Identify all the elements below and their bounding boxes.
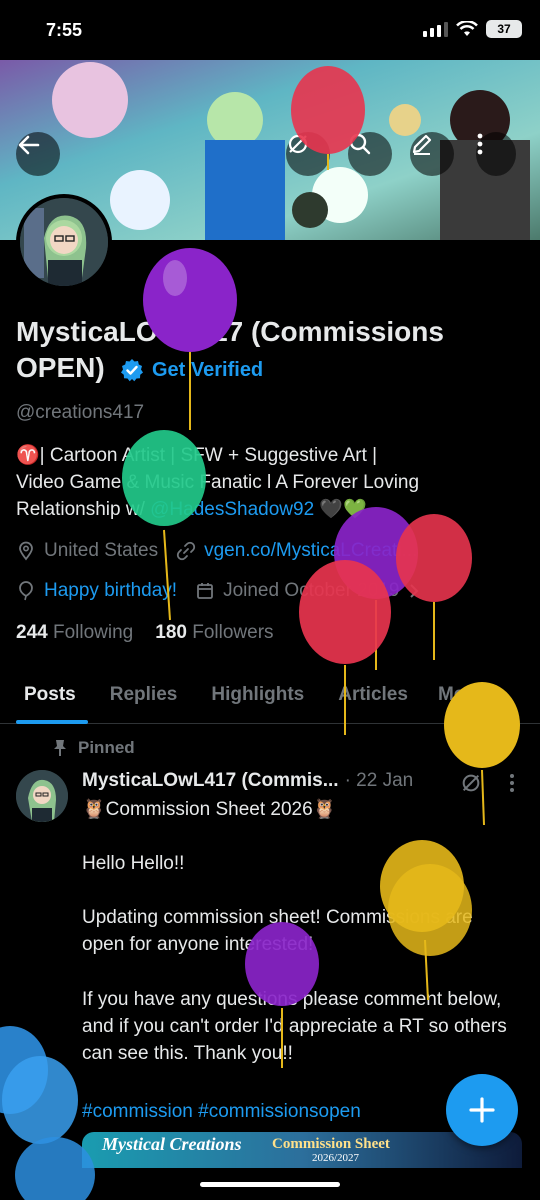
display-name: MysticaLOwL417 (Commissions OPEN) <box>16 316 444 383</box>
avatar-image <box>20 198 108 286</box>
balloon-icon <box>19 581 33 601</box>
plus-icon <box>469 1097 495 1123</box>
post-paragraph: If you have any questions please comment… <box>82 989 507 1064</box>
post-paragraph: Updating commission sheet! Commissions a… <box>82 907 473 955</box>
bio-mention-link[interactable]: @HadesShadow92 <box>150 499 314 520</box>
calendar-icon <box>197 583 213 599</box>
tab-highlights[interactable]: Highlights <box>211 666 304 723</box>
battery-icon: 37 <box>486 20 522 38</box>
status-bar: 7:55 37 <box>0 0 540 60</box>
status-time: 7:55 <box>46 20 83 40</box>
chevron-right-icon[interactable] <box>407 582 421 600</box>
back-arrow-icon <box>18 135 40 155</box>
following-count: 244 <box>16 622 48 643</box>
back-button[interactable] <box>16 132 60 176</box>
bio-line: Relationship w/ @HadesShadow92 🖤💚 <box>16 496 516 523</box>
profile-meta-row-2: Happy birthday! Joined October 2019 <box>16 580 421 602</box>
edit-button[interactable] <box>410 132 454 176</box>
post-author-avatar[interactable] <box>16 770 68 822</box>
link-icon <box>176 541 196 561</box>
profile-handle: @creations417 <box>16 402 145 423</box>
verified-badge-icon <box>121 359 143 382</box>
post-date: · 22 Jan <box>344 770 414 791</box>
pinned-indicator: Pinned <box>52 738 135 758</box>
post-avatar-image <box>16 770 68 822</box>
image-logo-text: Mystical Creations <box>102 1134 242 1154</box>
profile-tabs: Posts Replies Highlights Articles Media <box>0 666 540 724</box>
followers-link[interactable]: 180 Followers <box>155 622 273 644</box>
signal-icon <box>423 22 448 37</box>
bio-line: Video Game & Music Fanatic l A Forever L… <box>16 472 420 493</box>
bio-hearts: 🖤💚 <box>314 499 367 520</box>
bio-line: ♈| Cartoon Artist | SFW + Suggestive Art… <box>16 445 378 466</box>
blue-balloon <box>0 1026 95 1200</box>
image-year-text: 2026/2027 <box>312 1152 360 1164</box>
post-more-icon[interactable] <box>508 772 516 794</box>
tab-replies[interactable]: Replies <box>110 666 178 723</box>
tab-articles[interactable]: Articles <box>338 666 408 723</box>
bio-text: Relationship w/ <box>16 499 151 520</box>
pin-icon <box>54 740 66 756</box>
location-icon <box>19 541 33 561</box>
active-tab-indicator <box>16 720 88 724</box>
edit-icon <box>412 134 432 155</box>
post-paragraph: Hello Hello!! <box>82 853 185 874</box>
get-verified-button[interactable]: Get Verified <box>120 358 263 382</box>
followers-label: Followers <box>192 622 274 643</box>
post-author-name[interactable]: MysticaLOwL417 (Commis... <box>82 770 339 792</box>
grok-icon <box>288 134 308 154</box>
following-label: Following <box>52 622 134 643</box>
tab-posts[interactable]: Posts <box>24 666 76 723</box>
more-vertical-icon <box>477 133 483 155</box>
search-icon <box>349 133 371 155</box>
following-link[interactable]: 244 Following <box>16 622 133 644</box>
profile-avatar[interactable] <box>16 194 112 290</box>
profile-meta-row-1: United States vgen.co/MysticaLCreati... <box>16 540 417 562</box>
follow-stats: 244 Following 180 Followers <box>16 622 274 644</box>
post-image-preview[interactable]: Mystical Creations Commission Sheet 2026… <box>82 1132 522 1168</box>
compose-post-button[interactable] <box>446 1074 518 1146</box>
profile-bio: ♈| Cartoon Artist | SFW + Suggestive Art… <box>16 442 516 523</box>
search-button[interactable] <box>348 132 392 176</box>
birthday-text[interactable]: Happy birthday! <box>44 580 177 602</box>
post-header: MysticaLOwL417 (Commis... · 22 Jan <box>82 770 413 792</box>
home-indicator[interactable] <box>200 1182 340 1187</box>
joined-text: Joined October 2019 <box>223 580 400 601</box>
post-title: 🦉Commission Sheet 2026🦉 <box>82 799 337 820</box>
status-icons: 37 <box>422 20 522 38</box>
tab-media[interactable]: Media <box>438 666 492 723</box>
followers-count: 180 <box>155 622 187 643</box>
location-text: United States <box>44 540 159 561</box>
get-verified-label: Get Verified <box>152 358 264 381</box>
pinned-label: Pinned <box>78 738 135 757</box>
wifi-icon <box>456 21 478 36</box>
more-button[interactable] <box>476 132 516 176</box>
grok-post-icon[interactable] <box>460 772 482 794</box>
grok-button[interactable] <box>286 132 330 176</box>
image-title-text: Commission Sheet <box>272 1136 390 1152</box>
website-link[interactable]: vgen.co/MysticaLCreati... <box>204 540 417 562</box>
